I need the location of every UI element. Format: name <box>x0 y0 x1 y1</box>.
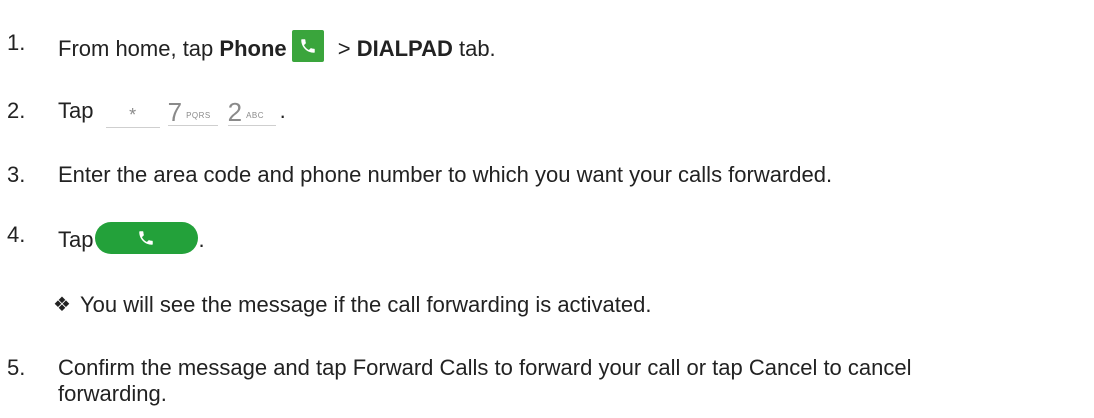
key-main: * <box>129 105 137 125</box>
step-text-pre: From home, tap <box>58 36 220 61</box>
step-text: Tap. <box>58 222 205 254</box>
diamond-bullet-icon: ❖ <box>53 294 71 316</box>
step-text-line1: Confirm the message and tap Forward Call… <box>58 355 912 380</box>
dialpad-label: DIALPAD <box>356 36 453 61</box>
step-number: 2. <box>7 98 26 123</box>
step-text-pre: Tap <box>58 98 94 123</box>
step-text: Enter the area code and phone number to … <box>58 162 833 187</box>
step-number: 4. <box>7 222 26 247</box>
phone-icon <box>291 30 324 62</box>
key-star: * <box>105 101 160 128</box>
phone-label: Phone <box>219 36 287 61</box>
bullet-text: You will see the message if the call for… <box>80 292 652 317</box>
call-button-icon <box>95 222 199 254</box>
step-number: 1. <box>7 30 26 55</box>
step-number: 3. <box>7 162 26 187</box>
step-text-pre: Tap <box>58 227 94 252</box>
step-text-post: . <box>198 227 205 252</box>
key-sub: PQRS <box>186 111 211 120</box>
step-text-post: tab. <box>452 36 496 61</box>
step-text-mid: > <box>331 36 357 61</box>
step-text: Tap * 7 PQRS 2 ABC. <box>58 98 286 128</box>
step-text-post: . <box>279 98 286 123</box>
key-sub: ABC <box>246 111 265 120</box>
step-number: 5. <box>7 355 26 380</box>
key-7: 7 PQRS <box>167 97 218 127</box>
key-2: 2 ABC <box>227 97 276 127</box>
key-main: 7 <box>167 97 183 127</box>
step-text-line2: forwarding. <box>58 381 167 406</box>
key-main: 2 <box>227 97 243 127</box>
step-text: From home, tap Phone > DIALPAD tab. <box>58 30 496 62</box>
